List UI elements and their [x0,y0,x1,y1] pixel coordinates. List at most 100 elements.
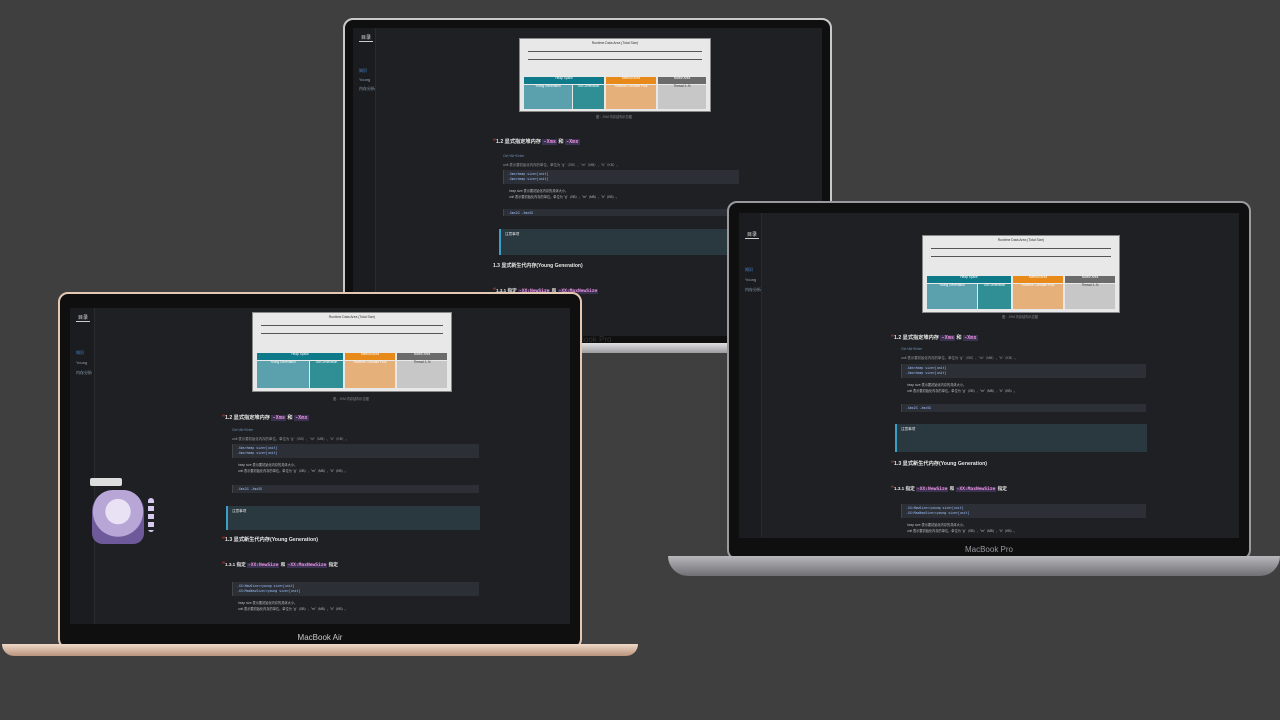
figure-divider [260,325,444,326]
code-line: -Xms<heap size>[unit] [508,172,549,176]
sidebar-tab[interactable]: 目录 [745,231,760,239]
heading-1-2: “1.2 显式指定堆内存 -Xms 和 -Xmx [493,139,580,145]
figure-divider [527,59,703,60]
native-area-block: Native Area [658,76,706,84]
note-title: 注意事项 [232,509,247,513]
code-block[interactable]: -Xms<heap size>[unit] -Xmx<heap size>[un… [901,364,1146,378]
sidebar-tab[interactable]: 目录 [76,314,91,322]
note-block: 注意事项 [226,506,480,530]
code-line: -Xms2G -Xmx5G [508,211,533,215]
method-area-block: Method Area [345,352,395,360]
young-gen-block: Young Generation [524,84,572,109]
young-gen-block: Young Generation [257,360,309,388]
code-line: -XX:NewSize=<young size>[unit] [237,584,295,588]
permgen-block: Runtime Constant Pool [606,84,656,109]
figure-caption: 图：JVM 内存结构示意图 [333,397,369,401]
sidebar-item[interactable]: 内存分析 [359,86,375,92]
sidebar-item[interactable]: Young [76,360,87,365]
paragraph: Ctrl+Alt+Enter [901,347,923,351]
note-block: 注意事项 [895,424,1147,452]
code-line: -XX:MaxNewSize=<young size>[unit] [906,511,970,515]
code-block[interactable]: -XX:NewSize=<young size>[unit] -XX:MaxNe… [901,504,1146,518]
sidebar: 目录 知识 Young 内存分析 [353,28,376,336]
laptop-right-screen: 目录 知识 Young 内存分析 Runtime Data Area (Tota… [739,213,1239,538]
permgen-block: Runtime Constant Pool [345,360,395,388]
laptop-left-lid: 目录 知识 Young 内存分析 Runtime Data Area (Tota… [58,292,582,649]
mascot-toolbar[interactable] [148,498,154,532]
bullet: unit 表示要初始化内存的单位。单位为 "g"（GB）、"m"（MB）、"k"… [907,529,1017,533]
laptop-left-screen: 目录 知识 Young 内存分析 Runtime Data Area (Tota… [70,308,570,624]
heading-1-3: 1.3 显式新生代内存(Young Generation) [493,263,583,269]
sidebar-tab[interactable]: 目录 [359,34,374,42]
figure-divider [527,51,703,52]
code-line: -Xmx<heap size>[unit] [906,371,947,375]
method-area-block: Method Area [606,76,656,84]
heap-space-block: Heap Space [927,275,1011,283]
sidebar-item[interactable]: 知识 [76,350,84,356]
code-block[interactable]: -Xms2G -Xmx5G [232,485,479,493]
paragraph: Ctrl+Alt+Enter [232,428,254,432]
heap-space-block: Heap Space [257,352,343,360]
jvm-memory-figure: Runtime Data Area (Total Size) Heap Spac… [519,38,711,112]
sidebar: 目录 知识 Young 内存分析 [739,213,762,538]
figure-divider [930,248,1112,249]
code-line: -Xms<heap size>[unit] [906,366,947,370]
permgen-block: Runtime Constant Pool [1013,283,1063,309]
native-area-block: Native Area [1065,275,1115,283]
bullet: unit 表示要初始化内存的单位。单位为 "g"（GB）、"m"（MB）、"k"… [509,195,619,199]
heading-1-3: “1.3 显式新生代内存(Young Generation) [891,461,988,467]
heading-1-3-1: “1.3.1 指定 -XX:NewSize 和 -XX:MaxNewSize 指… [222,562,338,568]
device-brand: MacBook Pro [964,545,1014,554]
code-block[interactable]: -Xms2G -Xmx5G [901,404,1146,412]
figure-title: Runtime Data Area (Total Size) [591,41,639,45]
heading-1-3: “1.3 显式新生代内存(Young Generation) [222,537,319,543]
bullet: heap size 表示要初始化内存的具体大小。 [509,189,569,193]
paragraph: unit 表示要初始化内存的单位。单位为 "g"（GB）、"m"（MB）、"k"… [503,163,620,167]
sidebar-item[interactable]: Young [745,277,756,282]
bullet: heap size 表示要初始化内存的具体大小。 [907,523,967,527]
heading-1-2: “1.2 显式指定堆内存 -Xms 和 -Xmx [222,415,309,421]
mascot-character[interactable] [92,490,144,544]
figure-caption: 图：JVM 内存结构示意图 [596,115,632,119]
code-block[interactable]: -Xms<heap size>[unit] -Xmx<heap size>[un… [232,444,479,458]
bullet: unit 表示要初始化内存的单位。单位为 "g"（GB）、"m"（MB）、"k"… [238,607,348,611]
old-gen-block: Old Generation [573,84,604,109]
old-gen-block: Old Generation [310,360,343,388]
figure-title: Runtime Data Area (Total Size) [328,315,376,319]
paragraph: unit 表示要初始化内存的单位。单位为 "g"（GB）、"m"（MB）、"k"… [901,356,1018,360]
sidebar: 目录 知识 Young 内存分析 [70,308,95,624]
native-stack-block: Thread 1..N [658,84,706,109]
sidebar-item[interactable]: 知识 [745,267,753,273]
note-block: 注意事项 [499,229,741,255]
code-line: -XX:MaxNewSize=<young size>[unit] [237,589,301,593]
figure-title: Runtime Data Area (Total Size) [997,238,1045,242]
code-line: -Xmx<heap size>[unit] [508,177,549,181]
method-area-block: Method Area [1013,275,1063,283]
sidebar-item[interactable]: Young [359,77,370,82]
device-brand: MacBook Air [297,633,343,642]
code-line: -Xms2G -Xmx5G [906,406,931,410]
native-stack-block: Thread 1..N [1065,283,1115,309]
code-line: -Xmx<heap size>[unit] [237,451,278,455]
sidebar-item[interactable]: 内存分析 [76,370,92,376]
code-block[interactable]: -Xms<heap size>[unit] -Xmx<heap size>[un… [503,170,739,184]
code-block[interactable]: -Xms2G -Xmx5G [503,209,739,216]
native-stack-block: Thread 1..N [397,360,447,388]
figure-divider [260,333,444,334]
code-block[interactable]: -XX:NewSize=<young size>[unit] -XX:MaxNe… [232,582,479,596]
mascot-speech-bubble [90,478,122,486]
bullet: unit 表示要初始化内存的单位。单位为 "g"（GB）、"m"（MB）、"k"… [238,469,348,473]
bullet: heap size 表示要初始化内存的具体大小。 [907,383,967,387]
heading-1-2: “1.2 显式指定堆内存 -Xms 和 -Xmx [891,335,978,341]
native-area-block: Native Area [397,352,447,360]
sidebar-item[interactable]: 知识 [359,68,367,74]
sidebar-item[interactable]: 内存分析 [745,287,761,293]
code-line: -Xms2G -Xmx5G [237,487,262,491]
jvm-memory-figure: Runtime Data Area (Total Size) Heap Spac… [922,235,1120,313]
bullet: unit 表示要初始化内存的单位。单位为 "g"（GB）、"m"（MB）、"k"… [907,389,1017,393]
young-gen-block: Young Generation [927,283,977,309]
paragraph: Ctrl+Alt+Enter [503,154,525,158]
laptop-right-base [668,556,1280,576]
code-line: -Xms<heap size>[unit] [237,446,278,450]
laptop-right-lid: 目录 知识 Young 内存分析 Runtime Data Area (Tota… [727,201,1251,560]
